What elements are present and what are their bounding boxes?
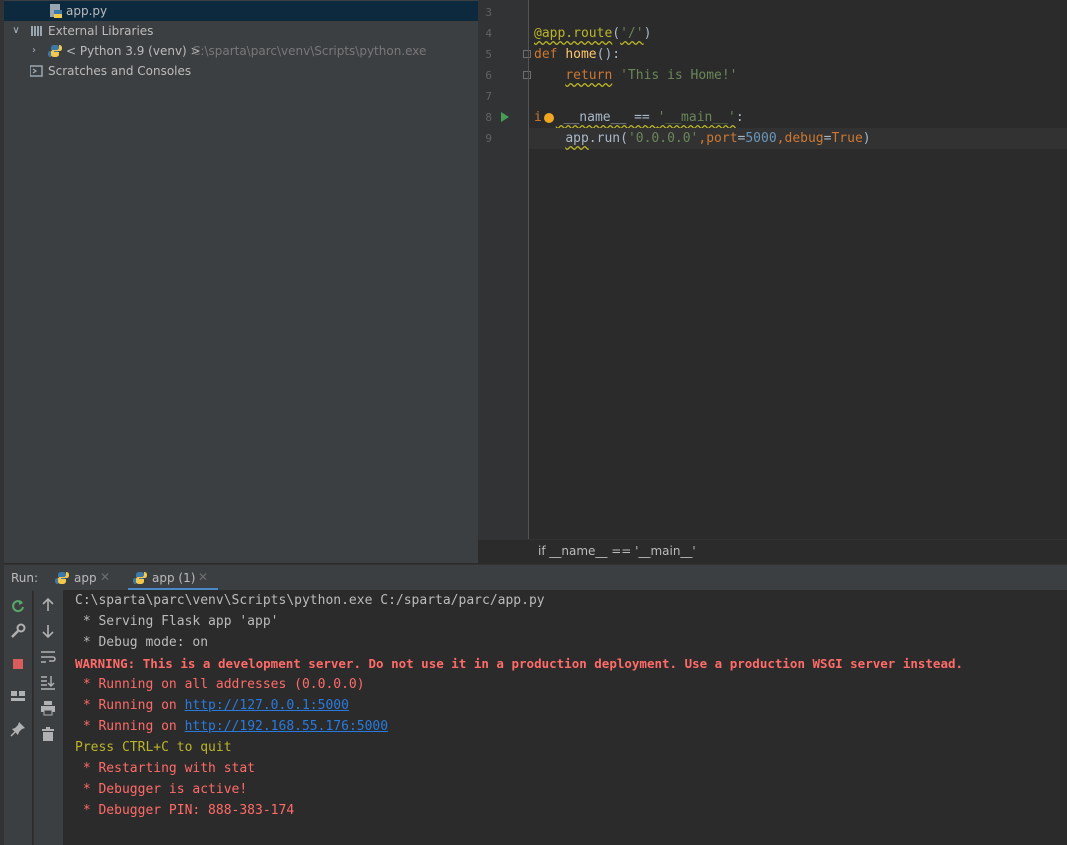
console-line-prefix: * Running on xyxy=(75,719,185,734)
pin-icon[interactable] xyxy=(10,721,26,737)
console-line: C:\sparta\parc\venv\Scripts\python.exe C… xyxy=(75,593,545,608)
code-line: def home(): xyxy=(534,47,621,62)
console-line: * Running on all addresses (0.0.0.0) xyxy=(75,677,365,692)
run-tab-app[interactable]: app ✕ xyxy=(52,565,120,591)
line-number: 5 xyxy=(485,48,492,61)
console-line: * Running on http://192.168.55.176:5000 xyxy=(75,716,388,737)
library-icon xyxy=(31,26,42,36)
localhost-link[interactable]: http://127.0.0.1:5000 xyxy=(185,698,349,713)
rerun-icon[interactable] xyxy=(10,598,26,614)
tree-item-label: External Libraries xyxy=(48,24,154,38)
editor-gutter: 3 4 5 6 7 8 9 xyxy=(478,0,531,539)
fold-marker-icon[interactable] xyxy=(523,71,531,79)
console-line: * Debugger is active! xyxy=(75,782,248,797)
run-toolbar-secondary xyxy=(33,590,63,845)
scroll-to-end-icon[interactable] xyxy=(40,674,56,690)
console-line: Press CTRL+C to quit xyxy=(75,740,232,755)
console-line: * Restarting with stat xyxy=(75,761,256,776)
intention-bulb-icon[interactable] xyxy=(543,112,554,123)
line-number: 4 xyxy=(485,27,492,40)
chevron-down-icon[interactable]: ∨ xyxy=(10,21,22,41)
chevron-right-icon[interactable]: › xyxy=(28,41,40,61)
code-line: return 'This is Home!' xyxy=(565,68,738,83)
tree-item-app-py[interactable]: app.py xyxy=(4,1,478,21)
code-line: i __name__ == '__main__': xyxy=(534,110,744,125)
layout-icon[interactable] xyxy=(10,688,26,704)
code-line: @app.route('/') xyxy=(534,26,652,41)
soft-wrap-icon[interactable] xyxy=(40,649,56,665)
tab-label: app (1) xyxy=(152,571,196,585)
run-gutter-icon[interactable] xyxy=(501,112,509,122)
tab-label: app xyxy=(74,571,97,585)
console-line-prefix: * Running on xyxy=(75,698,185,713)
console-line: * Running on http://127.0.0.1:5000 xyxy=(75,695,349,716)
run-tab-app-1[interactable]: app (1) ✕ xyxy=(128,565,218,591)
line-number: 7 xyxy=(485,90,492,103)
editor-breadcrumb[interactable]: if __name__ == '__main__' xyxy=(478,539,1067,564)
python-icon xyxy=(55,572,69,584)
line-number: 8 xyxy=(485,111,492,124)
python-file-icon xyxy=(50,4,62,18)
python-icon xyxy=(133,572,147,584)
gutter-separator xyxy=(528,0,529,539)
console-line: * Serving Flask app 'app' xyxy=(75,614,279,629)
tree-item-label: < Python 3.9 (venv) > xyxy=(66,44,201,58)
scratches-icon xyxy=(30,65,43,77)
sdk-path: C:\sparta\parc\venv\Scripts\python.exe xyxy=(192,44,427,58)
project-tool-window: app.py ∨ External Libraries › < Python 3… xyxy=(0,0,478,845)
run-console-output[interactable]: C:\sparta\parc\venv\Scripts\python.exe C… xyxy=(63,590,1067,845)
trash-icon[interactable] xyxy=(40,726,56,742)
breadcrumb-item[interactable]: if __name__ == '__main__' xyxy=(538,544,696,558)
print-icon[interactable] xyxy=(40,700,56,716)
arrow-down-icon[interactable] xyxy=(40,623,56,639)
arrow-up-icon[interactable] xyxy=(40,597,56,613)
wrench-icon[interactable] xyxy=(10,623,26,639)
python-icon xyxy=(48,45,62,57)
line-number: 6 xyxy=(485,69,492,82)
network-address-link[interactable]: http://192.168.55.176:5000 xyxy=(185,719,389,734)
tree-item-label: app.py xyxy=(66,4,108,18)
console-warning-line: WARNING: This is a development server. D… xyxy=(75,656,964,671)
code-editor[interactable]: 3 4 5 6 7 8 9 @app.route('/') def home()… xyxy=(478,0,1067,539)
console-line: * Debug mode: on xyxy=(75,635,209,650)
run-label: Run: xyxy=(11,571,39,585)
tree-item-label: Scratches and Consoles xyxy=(48,64,192,78)
run-toolbar-primary xyxy=(4,590,32,845)
close-icon[interactable]: ✕ xyxy=(198,570,208,584)
line-number: 9 xyxy=(485,132,492,145)
fold-marker-icon[interactable] xyxy=(523,50,531,58)
close-icon[interactable]: ✕ xyxy=(100,570,110,584)
run-tool-window-header: Run: app ✕ app (1) ✕ xyxy=(4,564,1067,591)
line-number: 3 xyxy=(485,6,492,19)
code-line-current: app.run('0.0.0.0',port=5000,debug=True) xyxy=(529,128,1067,149)
console-line: * Debugger PIN: 888-383-174 xyxy=(75,803,295,818)
stop-icon[interactable] xyxy=(10,656,26,672)
